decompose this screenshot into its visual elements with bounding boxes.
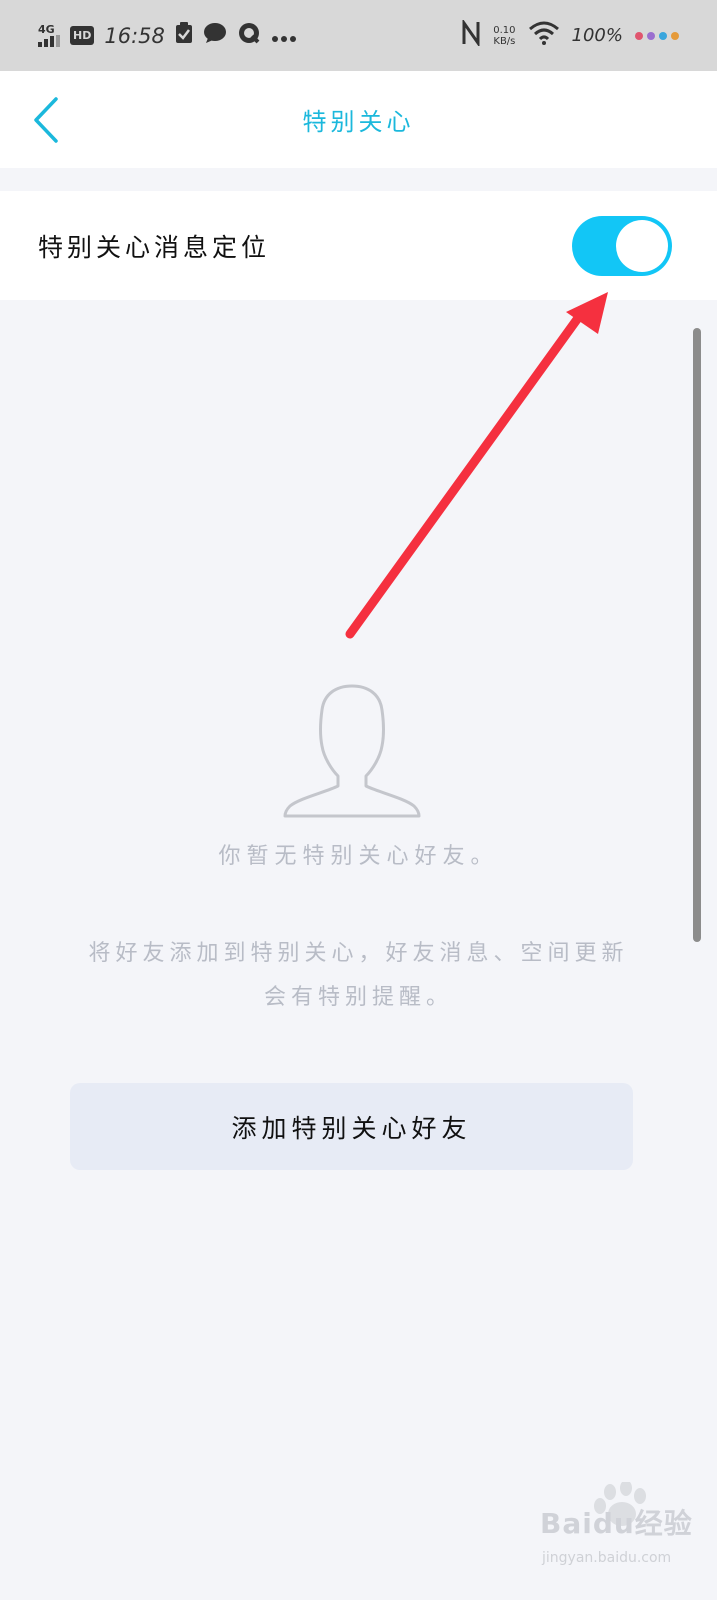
user-silhouette-icon — [283, 684, 421, 818]
dot-3 — [659, 31, 667, 40]
message-location-toggle[interactable] — [572, 216, 672, 276]
empty-hint: 将好友添加到特别关心，好友消息、空间更新 会有特别提醒。 — [30, 932, 687, 1020]
status-left: 4G HD 16:58 — [38, 22, 297, 49]
clipboard-check-icon — [175, 22, 193, 49]
dot-1 — [635, 31, 643, 40]
speed-unit: KB/s — [493, 35, 516, 47]
speed-value: 0.10 — [493, 24, 516, 36]
battery-level: 100% — [571, 25, 623, 46]
color-dots-icon — [635, 31, 679, 40]
navigation-bar: 特别关心 — [0, 71, 717, 168]
chat-bubble-icon — [203, 22, 227, 49]
status-right: 0.10 KB/s 100% — [461, 18, 679, 51]
hint-line-2: 会有特别提醒。 — [263, 985, 453, 1010]
more-notifications-icon — [271, 24, 297, 48]
status-time: 16:58 — [104, 23, 165, 48]
signal-icon: 4G — [38, 24, 60, 47]
dot-2 — [647, 31, 655, 40]
back-button[interactable] — [28, 95, 68, 145]
baidu-watermark: Baidu经验 jingyan.baidu.com — [540, 1482, 700, 1590]
wifi-icon — [528, 21, 560, 50]
watermark-brand: Baidu经验 — [540, 1507, 693, 1540]
setting-label: 特别关心消息定位 — [38, 232, 271, 262]
empty-message: 你暂无特别关心好友。 — [218, 844, 499, 869]
hint-line-1: 将好友添加到特别关心，好友消息、空间更新 — [88, 941, 629, 966]
nfc-icon — [461, 18, 481, 51]
dot-4 — [671, 31, 679, 40]
add-special-friend-button[interactable]: 添加特别关心好友 — [70, 1083, 633, 1170]
hd-badge: HD — [70, 26, 95, 45]
toggle-knob — [616, 220, 668, 272]
network-type: 4G — [38, 23, 55, 36]
page-title: 特别关心 — [302, 108, 415, 136]
watermark-url: jingyan.baidu.com — [542, 1550, 672, 1566]
browser-app-icon — [237, 22, 261, 49]
chevron-left-icon — [34, 97, 58, 143]
network-speed: 0.10 KB/s — [493, 25, 515, 47]
status-bar: 4G HD 16:58 0.10 KB/s 100% — [0, 0, 717, 71]
